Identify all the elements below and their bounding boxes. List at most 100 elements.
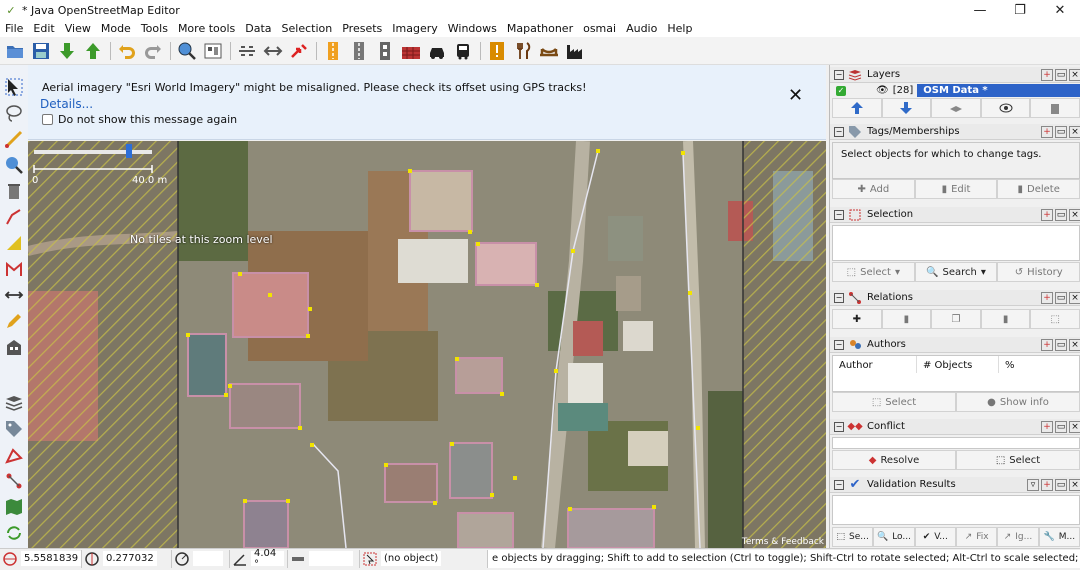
relations-toggle[interactable] bbox=[2, 469, 26, 493]
menu-windows[interactable]: Windows bbox=[443, 22, 502, 35]
panel-detach-button[interactable]: + bbox=[1041, 125, 1053, 138]
edit-relation-button[interactable]: ▮ bbox=[881, 309, 932, 329]
eye-icon[interactable]: 👁 bbox=[876, 85, 889, 96]
ignore-button[interactable]: ↗ Ig... bbox=[997, 527, 1039, 547]
conflict-panel-header[interactable]: − ◆◆ Conflict + ▭ × bbox=[830, 419, 1080, 435]
menu-imagery[interactable]: Imagery bbox=[387, 22, 442, 35]
preferences-button[interactable] bbox=[200, 39, 226, 63]
menu-selection[interactable]: Selection bbox=[277, 22, 338, 35]
redo-button[interactable] bbox=[140, 39, 166, 63]
show-info-button[interactable]: ● Show info bbox=[956, 392, 1080, 412]
validation-lookup-button[interactable]: 🔍 Lo... bbox=[873, 527, 915, 547]
minimize-button[interactable]: — bbox=[960, 0, 1000, 20]
panel-detach-button[interactable]: + bbox=[1041, 420, 1053, 433]
sync-toggle[interactable] bbox=[2, 521, 26, 545]
layer-visible-checkbox[interactable]: ✓ bbox=[836, 85, 846, 96]
select-conflict-button[interactable]: ⬚ Select bbox=[956, 450, 1080, 470]
select-mode-button[interactable] bbox=[2, 75, 26, 99]
panel-filter-button[interactable]: ▿ bbox=[1027, 478, 1039, 491]
preset-bridge-button[interactable] bbox=[536, 39, 562, 63]
menu-presets[interactable]: Presets bbox=[337, 22, 387, 35]
merge-layer-button[interactable] bbox=[931, 98, 981, 118]
checkbox-box[interactable] bbox=[42, 114, 53, 125]
collapse-toggle[interactable]: − bbox=[834, 292, 844, 303]
selection-list-toggle[interactable] bbox=[2, 443, 26, 467]
validation-panel-header[interactable]: − ✔ Validation Results ▿ + ▭ × bbox=[830, 477, 1080, 493]
panel-close-button[interactable]: × bbox=[1069, 68, 1080, 81]
panel-minimize-button[interactable]: ▭ bbox=[1055, 68, 1067, 81]
combine-way-button[interactable] bbox=[286, 39, 312, 63]
preset-hazard-button[interactable] bbox=[484, 39, 510, 63]
conflict-list[interactable] bbox=[832, 437, 1080, 449]
validate-button[interactable]: ✔ V... bbox=[914, 527, 956, 547]
tags-panel-header[interactable]: − Tags/Memberships + ▭ × bbox=[830, 124, 1080, 140]
authors-panel-header[interactable]: − Authors + ▭ × bbox=[830, 337, 1080, 353]
selection-panel-header[interactable]: − Selection + ▭ × bbox=[830, 207, 1080, 223]
upload-button[interactable] bbox=[80, 39, 106, 63]
collapse-toggle[interactable]: − bbox=[834, 209, 844, 220]
preset-road-button[interactable] bbox=[320, 39, 346, 63]
more-validation-button[interactable]: 🔧 M... bbox=[1038, 527, 1080, 547]
menu-more-tools[interactable]: More tools bbox=[173, 22, 240, 35]
toggle-visibility-button[interactable] bbox=[980, 98, 1031, 118]
preset-industrial-button[interactable] bbox=[562, 39, 588, 63]
split-way-button[interactable] bbox=[260, 39, 286, 63]
preset-path-button[interactable] bbox=[372, 39, 398, 63]
preset-building-button[interactable] bbox=[398, 39, 424, 63]
buildings-tool-button[interactable] bbox=[2, 335, 26, 359]
panel-minimize-button[interactable]: ▭ bbox=[1055, 420, 1067, 433]
menu-data[interactable]: Data bbox=[240, 22, 276, 35]
validation-results-list[interactable] bbox=[832, 495, 1080, 525]
panel-close-button[interactable]: × bbox=[1069, 208, 1080, 221]
fix-button[interactable]: ↗ Fix bbox=[955, 527, 998, 547]
preset-bus-button[interactable] bbox=[450, 39, 476, 63]
delete-relation-button[interactable]: ▮ bbox=[980, 309, 1031, 329]
delete-mode-button[interactable] bbox=[2, 179, 26, 203]
panel-close-button[interactable]: × bbox=[1069, 291, 1080, 304]
objects-column-header[interactable]: # Objects bbox=[917, 356, 999, 373]
collapse-toggle[interactable]: − bbox=[834, 421, 844, 432]
author-column-header[interactable]: Author bbox=[833, 356, 917, 373]
improve-way-button[interactable] bbox=[2, 205, 26, 229]
collapse-toggle[interactable]: − bbox=[834, 69, 844, 80]
layer-name[interactable]: OSM Data * bbox=[917, 84, 1080, 97]
layers-panel-header[interactable]: − Layers + ▭ × bbox=[830, 67, 1080, 83]
tags-toggle[interactable] bbox=[2, 417, 26, 441]
collapse-toggle[interactable]: − bbox=[834, 126, 844, 137]
close-window-button[interactable]: ✕ bbox=[1040, 0, 1080, 20]
panel-detach-button[interactable]: + bbox=[1041, 478, 1053, 491]
preset-food-button[interactable] bbox=[510, 39, 536, 63]
add-tag-button[interactable]: ✚ Add bbox=[832, 179, 915, 199]
panel-detach-button[interactable]: + bbox=[1041, 68, 1053, 81]
menu-view[interactable]: View bbox=[60, 22, 96, 35]
menu-help[interactable]: Help bbox=[662, 22, 697, 35]
collapse-toggle[interactable]: − bbox=[834, 339, 844, 350]
panel-minimize-button[interactable]: ▭ bbox=[1055, 291, 1067, 304]
panel-close-button[interactable]: × bbox=[1069, 338, 1080, 351]
map-paint-toggle[interactable] bbox=[2, 495, 26, 519]
layer-row[interactable]: ✓ 👁 [28] OSM Data * bbox=[832, 84, 1080, 97]
history-button[interactable]: ↺ History bbox=[997, 262, 1080, 282]
notice-close-button[interactable]: ✕ bbox=[788, 85, 803, 106]
panel-close-button[interactable]: × bbox=[1069, 478, 1080, 491]
menu-osmai[interactable]: osmai bbox=[578, 22, 621, 35]
panel-detach-button[interactable]: + bbox=[1041, 338, 1053, 351]
move-layer-down-button[interactable] bbox=[881, 98, 932, 118]
move-layer-up-button[interactable] bbox=[832, 98, 882, 118]
new-relation-button[interactable]: ✚ bbox=[832, 309, 882, 329]
lasso-mode-button[interactable] bbox=[2, 101, 26, 125]
zoom-to-data-button[interactable] bbox=[174, 39, 200, 63]
download-button[interactable] bbox=[54, 39, 80, 63]
align-nodes-button[interactable] bbox=[234, 39, 260, 63]
maximize-button[interactable]: ❐ bbox=[1000, 0, 1040, 20]
menu-tools[interactable]: Tools bbox=[136, 22, 173, 35]
select-author-button[interactable]: ⬚ Select bbox=[832, 392, 956, 412]
validation-select-button[interactable]: ⬚ Se... bbox=[832, 527, 874, 547]
dont-show-again-checkbox[interactable]: Do not show this message again bbox=[42, 113, 237, 126]
select-button[interactable]: ⬚ Select ▾ bbox=[832, 262, 915, 282]
preset-track-button[interactable] bbox=[346, 39, 372, 63]
panel-detach-button[interactable]: + bbox=[1041, 208, 1053, 221]
relations-panel-header[interactable]: − Relations + ▭ × bbox=[830, 290, 1080, 306]
panel-detach-button[interactable]: + bbox=[1041, 291, 1053, 304]
draw-mode-button[interactable] bbox=[2, 127, 26, 151]
